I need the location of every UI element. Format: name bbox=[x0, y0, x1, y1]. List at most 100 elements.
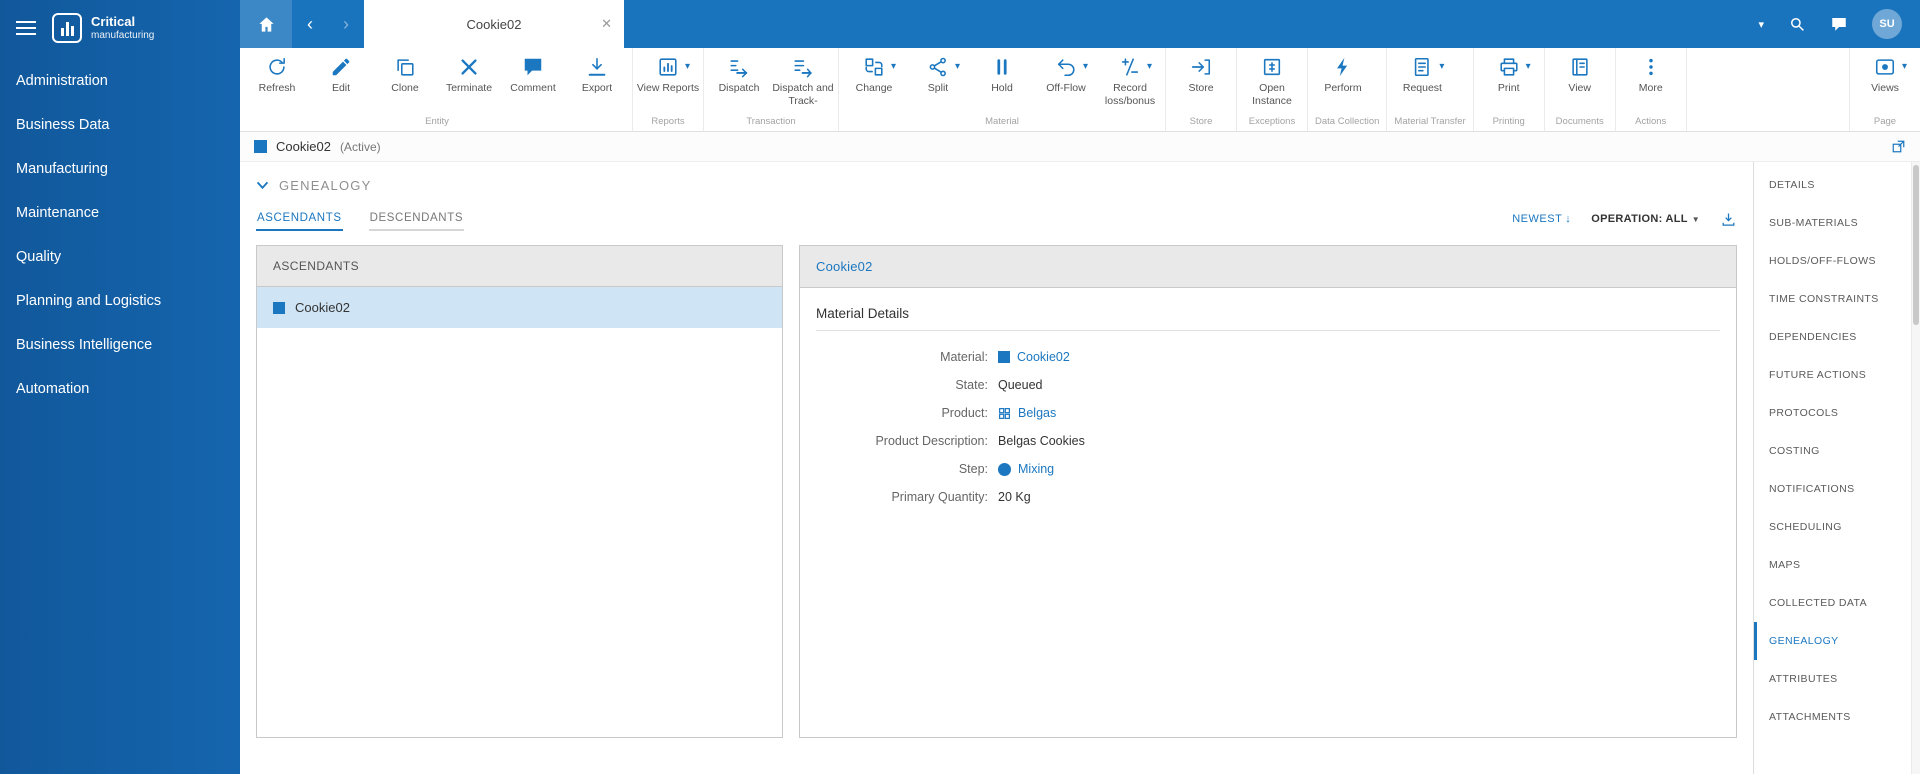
avatar-initials: SU bbox=[1879, 18, 1894, 30]
toolbar-button-label: Hold bbox=[991, 82, 1013, 108]
toolbar-group-label: Entity bbox=[245, 114, 629, 131]
comment-icon bbox=[522, 56, 544, 78]
request-button[interactable]: ▾Request bbox=[1390, 53, 1454, 108]
operation-filter-label: OPERATION: ALL bbox=[1591, 213, 1687, 225]
tab-ascendants[interactable]: ASCENDANTS bbox=[256, 207, 343, 231]
change-icon bbox=[863, 56, 885, 78]
brand-name: Critical bbox=[91, 15, 154, 30]
right-nav-item-genealogy[interactable]: GENEALOGY bbox=[1754, 622, 1911, 660]
hold-button[interactable]: Hold bbox=[970, 53, 1034, 108]
ascendants-panel-header: ASCENDANTS bbox=[257, 246, 782, 287]
operation-filter-dropdown[interactable]: OPERATION: ALL▼ bbox=[1591, 213, 1700, 225]
open-instance-button[interactable]: Open Instance bbox=[1240, 53, 1304, 108]
more-button[interactable]: More bbox=[1619, 53, 1683, 108]
toolbar-group-label: Documents bbox=[1548, 114, 1612, 131]
sidebar-item-quality[interactable]: Quality bbox=[0, 235, 240, 279]
field-state: State:Queued bbox=[816, 371, 1720, 399]
tab-cookie02[interactable]: Cookie02 ✕ bbox=[364, 0, 624, 48]
chat-icon[interactable] bbox=[1830, 15, 1848, 33]
scrollbar-thumb[interactable] bbox=[1913, 165, 1919, 325]
view-button[interactable]: View bbox=[1548, 53, 1612, 108]
topbar-dropdown-caret-icon[interactable]: ▾ bbox=[1758, 18, 1764, 31]
right-nav-item-attributes[interactable]: ATTRIBUTES bbox=[1754, 660, 1911, 698]
right-nav-item-dependencies[interactable]: DEPENDENCIES bbox=[1754, 318, 1911, 356]
print-button[interactable]: ▾Print bbox=[1477, 53, 1541, 108]
ascendant-item-cookie02[interactable]: Cookie02 bbox=[257, 287, 782, 328]
clone-button[interactable]: Clone bbox=[373, 53, 437, 108]
tab-close-icon[interactable]: ✕ bbox=[601, 16, 612, 32]
sort-newest-button[interactable]: NEWEST↓ bbox=[1512, 213, 1571, 225]
sidebar-item-maintenance[interactable]: Maintenance bbox=[0, 191, 240, 235]
field-value-text: Cookie02 bbox=[1017, 350, 1070, 364]
vertical-scrollbar[interactable] bbox=[1911, 162, 1920, 774]
toolbar-page-group: ▾ViewsPage bbox=[1849, 48, 1920, 131]
edit-button[interactable]: Edit bbox=[309, 53, 373, 108]
record-loss-bonus-button[interactable]: ▾ Record loss/bonus bbox=[1098, 53, 1162, 108]
right-nav-item-attachments[interactable]: ATTACHMENTS bbox=[1754, 698, 1911, 736]
right-nav-item-scheduling[interactable]: SCHEDULING bbox=[1754, 508, 1911, 546]
field-value-text: 20 Kg bbox=[998, 490, 1031, 504]
sidebar-item-planning-and-logistics[interactable]: Planning and Logistics bbox=[0, 279, 240, 323]
terminate-button[interactable]: Terminate bbox=[437, 53, 501, 108]
sidebar-item-manufacturing[interactable]: Manufacturing bbox=[0, 147, 240, 191]
toolbar-group-entity: RefreshEditCloneTerminateCommentExport En… bbox=[242, 48, 633, 131]
views-button[interactable]: ▾Views bbox=[1853, 53, 1917, 108]
toolbar-button-label: Open Instance bbox=[1240, 82, 1304, 108]
refresh-button[interactable]: Refresh bbox=[245, 53, 309, 108]
dispatch-button[interactable]: Dispatch bbox=[707, 53, 771, 108]
export-button[interactable]: Export bbox=[565, 53, 629, 108]
details-panel-header: Cookie02 bbox=[800, 246, 1736, 288]
caret-down-icon: ▾ bbox=[685, 62, 690, 72]
field-value[interactable]: Cookie02 bbox=[998, 350, 1070, 364]
caret-down-icon: ▾ bbox=[1147, 62, 1152, 72]
perform-button[interactable]: Perform bbox=[1311, 53, 1375, 108]
right-nav-item-notifications[interactable]: NOTIFICATIONS bbox=[1754, 470, 1911, 508]
sidebar-item-business-data[interactable]: Business Data bbox=[0, 103, 240, 147]
home-button[interactable] bbox=[240, 0, 292, 48]
expand-icon[interactable] bbox=[1891, 139, 1906, 154]
toolbar-button-label: Record loss/bonus bbox=[1098, 82, 1162, 108]
right-nav-item-protocols[interactable]: PROTOCOLS bbox=[1754, 394, 1911, 432]
forward-button[interactable]: › bbox=[328, 0, 364, 48]
field-value: 20 Kg bbox=[998, 490, 1031, 504]
user-avatar[interactable]: SU bbox=[1872, 9, 1902, 39]
right-nav-item-costing[interactable]: COSTING bbox=[1754, 432, 1911, 470]
toolbar-button-label: Perform bbox=[1324, 82, 1361, 108]
split-button[interactable]: ▾Split bbox=[906, 53, 970, 108]
step-circle-icon bbox=[998, 463, 1011, 476]
field-value[interactable]: Belgas bbox=[998, 406, 1056, 420]
change-button[interactable]: ▾Change bbox=[842, 53, 906, 108]
comment-button[interactable]: Comment bbox=[501, 53, 565, 108]
field-value-text: Belgas bbox=[1018, 406, 1056, 420]
download-icon[interactable] bbox=[1720, 211, 1737, 228]
right-nav-item-holds-off-flows[interactable]: HOLDS/OFF-FLOWS bbox=[1754, 242, 1911, 280]
dispatch-and-track-button[interactable]: Dispatch and Track- bbox=[771, 53, 835, 108]
right-nav-item-future-actions[interactable]: FUTURE ACTIONS bbox=[1754, 356, 1911, 394]
view-reports-button[interactable]: ▾View Reports bbox=[636, 53, 700, 108]
right-nav-item-time-constraints[interactable]: TIME CONSTRAINTS bbox=[1754, 280, 1911, 318]
toolbar-group-page: ▾ViewsPage bbox=[1849, 48, 1920, 131]
right-nav-item-sub-materials[interactable]: SUB-MATERIALS bbox=[1754, 204, 1911, 242]
print-icon bbox=[1498, 56, 1520, 78]
toolbar-group-label: Material bbox=[842, 114, 1162, 131]
sidebar-item-business-intelligence[interactable]: Business Intelligence bbox=[0, 323, 240, 367]
right-nav-item-collected-data[interactable]: COLLECTED DATA bbox=[1754, 584, 1911, 622]
genealogy-section-header[interactable]: GENEALOGY bbox=[256, 162, 1737, 197]
record-icon bbox=[1119, 56, 1141, 78]
off-flow-button[interactable]: ▾Off-Flow bbox=[1034, 53, 1098, 108]
sidebar-item-administration[interactable]: Administration bbox=[0, 59, 240, 103]
right-nav-item-details[interactable]: DETAILS bbox=[1754, 166, 1911, 204]
sidebar-item-automation[interactable]: Automation bbox=[0, 367, 240, 411]
field-label: Primary Quantity: bbox=[816, 490, 988, 504]
tabs: ASCENDANTS DESCENDANTS bbox=[256, 207, 490, 231]
hamburger-menu-icon[interactable] bbox=[16, 17, 36, 39]
field-label: State: bbox=[816, 378, 988, 392]
export-icon bbox=[586, 56, 608, 78]
right-nav-item-maps[interactable]: MAPS bbox=[1754, 546, 1911, 584]
field-value[interactable]: Mixing bbox=[998, 462, 1054, 476]
back-button[interactable]: ‹ bbox=[292, 0, 328, 48]
tab-descendants[interactable]: DESCENDANTS bbox=[369, 207, 465, 231]
store-button[interactable]: Store bbox=[1169, 53, 1233, 108]
tabs-row: ASCENDANTS DESCENDANTS NEWEST↓ OPERATION:… bbox=[256, 207, 1737, 231]
search-icon[interactable] bbox=[1788, 15, 1806, 33]
